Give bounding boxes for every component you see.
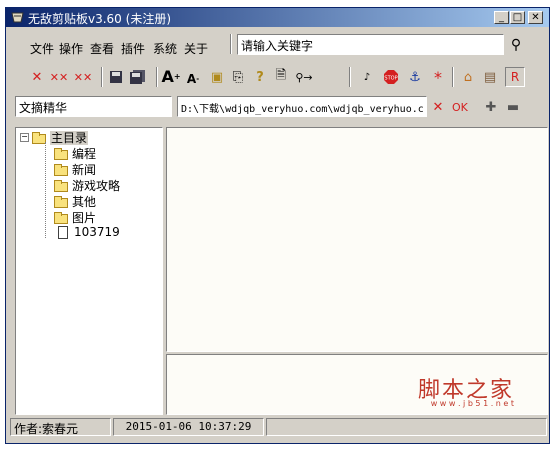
category-field[interactable]: 文摘精华	[15, 96, 172, 117]
save-icon[interactable]	[107, 68, 125, 86]
collapse-toggle-icon[interactable]: −	[20, 133, 29, 142]
export-icon[interactable]: ⎘	[229, 68, 247, 86]
folder-open-icon	[32, 131, 46, 144]
save-all-icon[interactable]	[129, 68, 147, 86]
tree-root[interactable]: 主目录	[32, 129, 89, 146]
window-title: 无敌剪贴板v3.60 (未注册)	[28, 12, 171, 26]
folder-icon	[54, 147, 68, 160]
help-icon[interactable]: ?	[251, 68, 269, 86]
app-icon	[11, 12, 24, 23]
folder-icon	[54, 163, 68, 176]
delete-multiple-icon[interactable]: ✕✕	[50, 68, 68, 86]
search-input[interactable]: 请输入关键字	[237, 34, 504, 55]
tree-item[interactable]: 编程	[54, 145, 96, 162]
separator	[349, 67, 351, 87]
find-next-icon[interactable]: ⚲→	[295, 68, 313, 86]
watermark-url: w w w . j b 5 1 . n e t	[430, 399, 514, 408]
status-author: 作者:索春元	[10, 418, 111, 436]
tree-item[interactable]: 其他	[54, 193, 96, 210]
minimize-button[interactable]: _	[494, 11, 509, 24]
minus-icon[interactable]: ▬	[504, 98, 522, 116]
folder-icon	[54, 179, 68, 192]
delete-all-icon[interactable]: ✕✕	[74, 68, 92, 86]
image-folder-icon[interactable]: ▣	[208, 68, 226, 86]
anchor-icon[interactable]: ⚓	[406, 68, 424, 86]
separator	[156, 67, 158, 87]
menu-view[interactable]: 查看	[90, 40, 114, 57]
separator	[452, 67, 454, 87]
path-field[interactable]: D:\下载\wdjqb_veryhuo.com\wdjqb_veryhuo.c	[177, 96, 427, 117]
tree-file-item[interactable]: 103719	[58, 225, 120, 239]
separator	[101, 67, 103, 87]
menu-operate[interactable]: 操作	[59, 40, 83, 57]
r-toggle-icon[interactable]: R	[505, 67, 525, 87]
tree-item[interactable]: 新闻	[54, 161, 96, 178]
status-datetime: 2015-01-06 10:37:29	[113, 418, 264, 436]
home-icon[interactable]: ⌂	[459, 68, 477, 86]
tree-item[interactable]: 图片	[54, 209, 96, 226]
tree-item[interactable]: 游戏攻略	[54, 177, 120, 194]
delete-icon[interactable]: ✕	[28, 68, 46, 86]
menu-file[interactable]: 文件	[30, 40, 54, 57]
maximize-button[interactable]: □	[510, 11, 525, 24]
font-increase-icon[interactable]: A +	[161, 67, 180, 86]
svg-text:STOP: STOP	[384, 76, 397, 82]
stop-icon[interactable]: STOP	[382, 68, 400, 86]
menu-system[interactable]: 系统	[153, 40, 177, 57]
close-button[interactable]: ✕	[528, 11, 543, 24]
binoculars-icon[interactable]: ⚲	[507, 36, 525, 54]
app-window: 无敌剪贴板v3.60 (未注册) _ □ ✕ 文件 操作 查看 插件 系统 关于…	[5, 7, 550, 444]
title-bar[interactable]: 无敌剪贴板v3.60 (未注册) _ □ ✕	[6, 8, 549, 27]
category-tree[interactable]: − 主目录 编程 新闻 游戏攻略 其他 图片 103719	[15, 127, 163, 415]
content-pane[interactable]	[166, 127, 548, 352]
add-icon[interactable]: ✚	[482, 98, 500, 116]
asterisk-icon[interactable]: *	[429, 68, 447, 87]
menu-plugins[interactable]: 插件	[121, 40, 145, 57]
font-decrease-icon[interactable]: A-	[184, 70, 202, 88]
tree-line	[45, 142, 47, 238]
ok-button[interactable]: OK	[452, 101, 468, 114]
status-empty	[266, 418, 547, 436]
folder-icon	[54, 211, 68, 224]
separator	[230, 34, 232, 54]
menu-about[interactable]: 关于	[184, 40, 208, 57]
file-icon	[58, 226, 68, 239]
document-icon[interactable]: 🗎	[272, 68, 290, 86]
preview-pane[interactable]: 脚本之家 w w w . j b 5 1 . n e t	[166, 354, 548, 415]
cancel-icon[interactable]: ✕	[429, 98, 447, 116]
monitor-icon[interactable]: ♪	[358, 68, 376, 86]
folder-icon	[54, 195, 68, 208]
bookmark-icon[interactable]: ▤	[481, 68, 499, 86]
